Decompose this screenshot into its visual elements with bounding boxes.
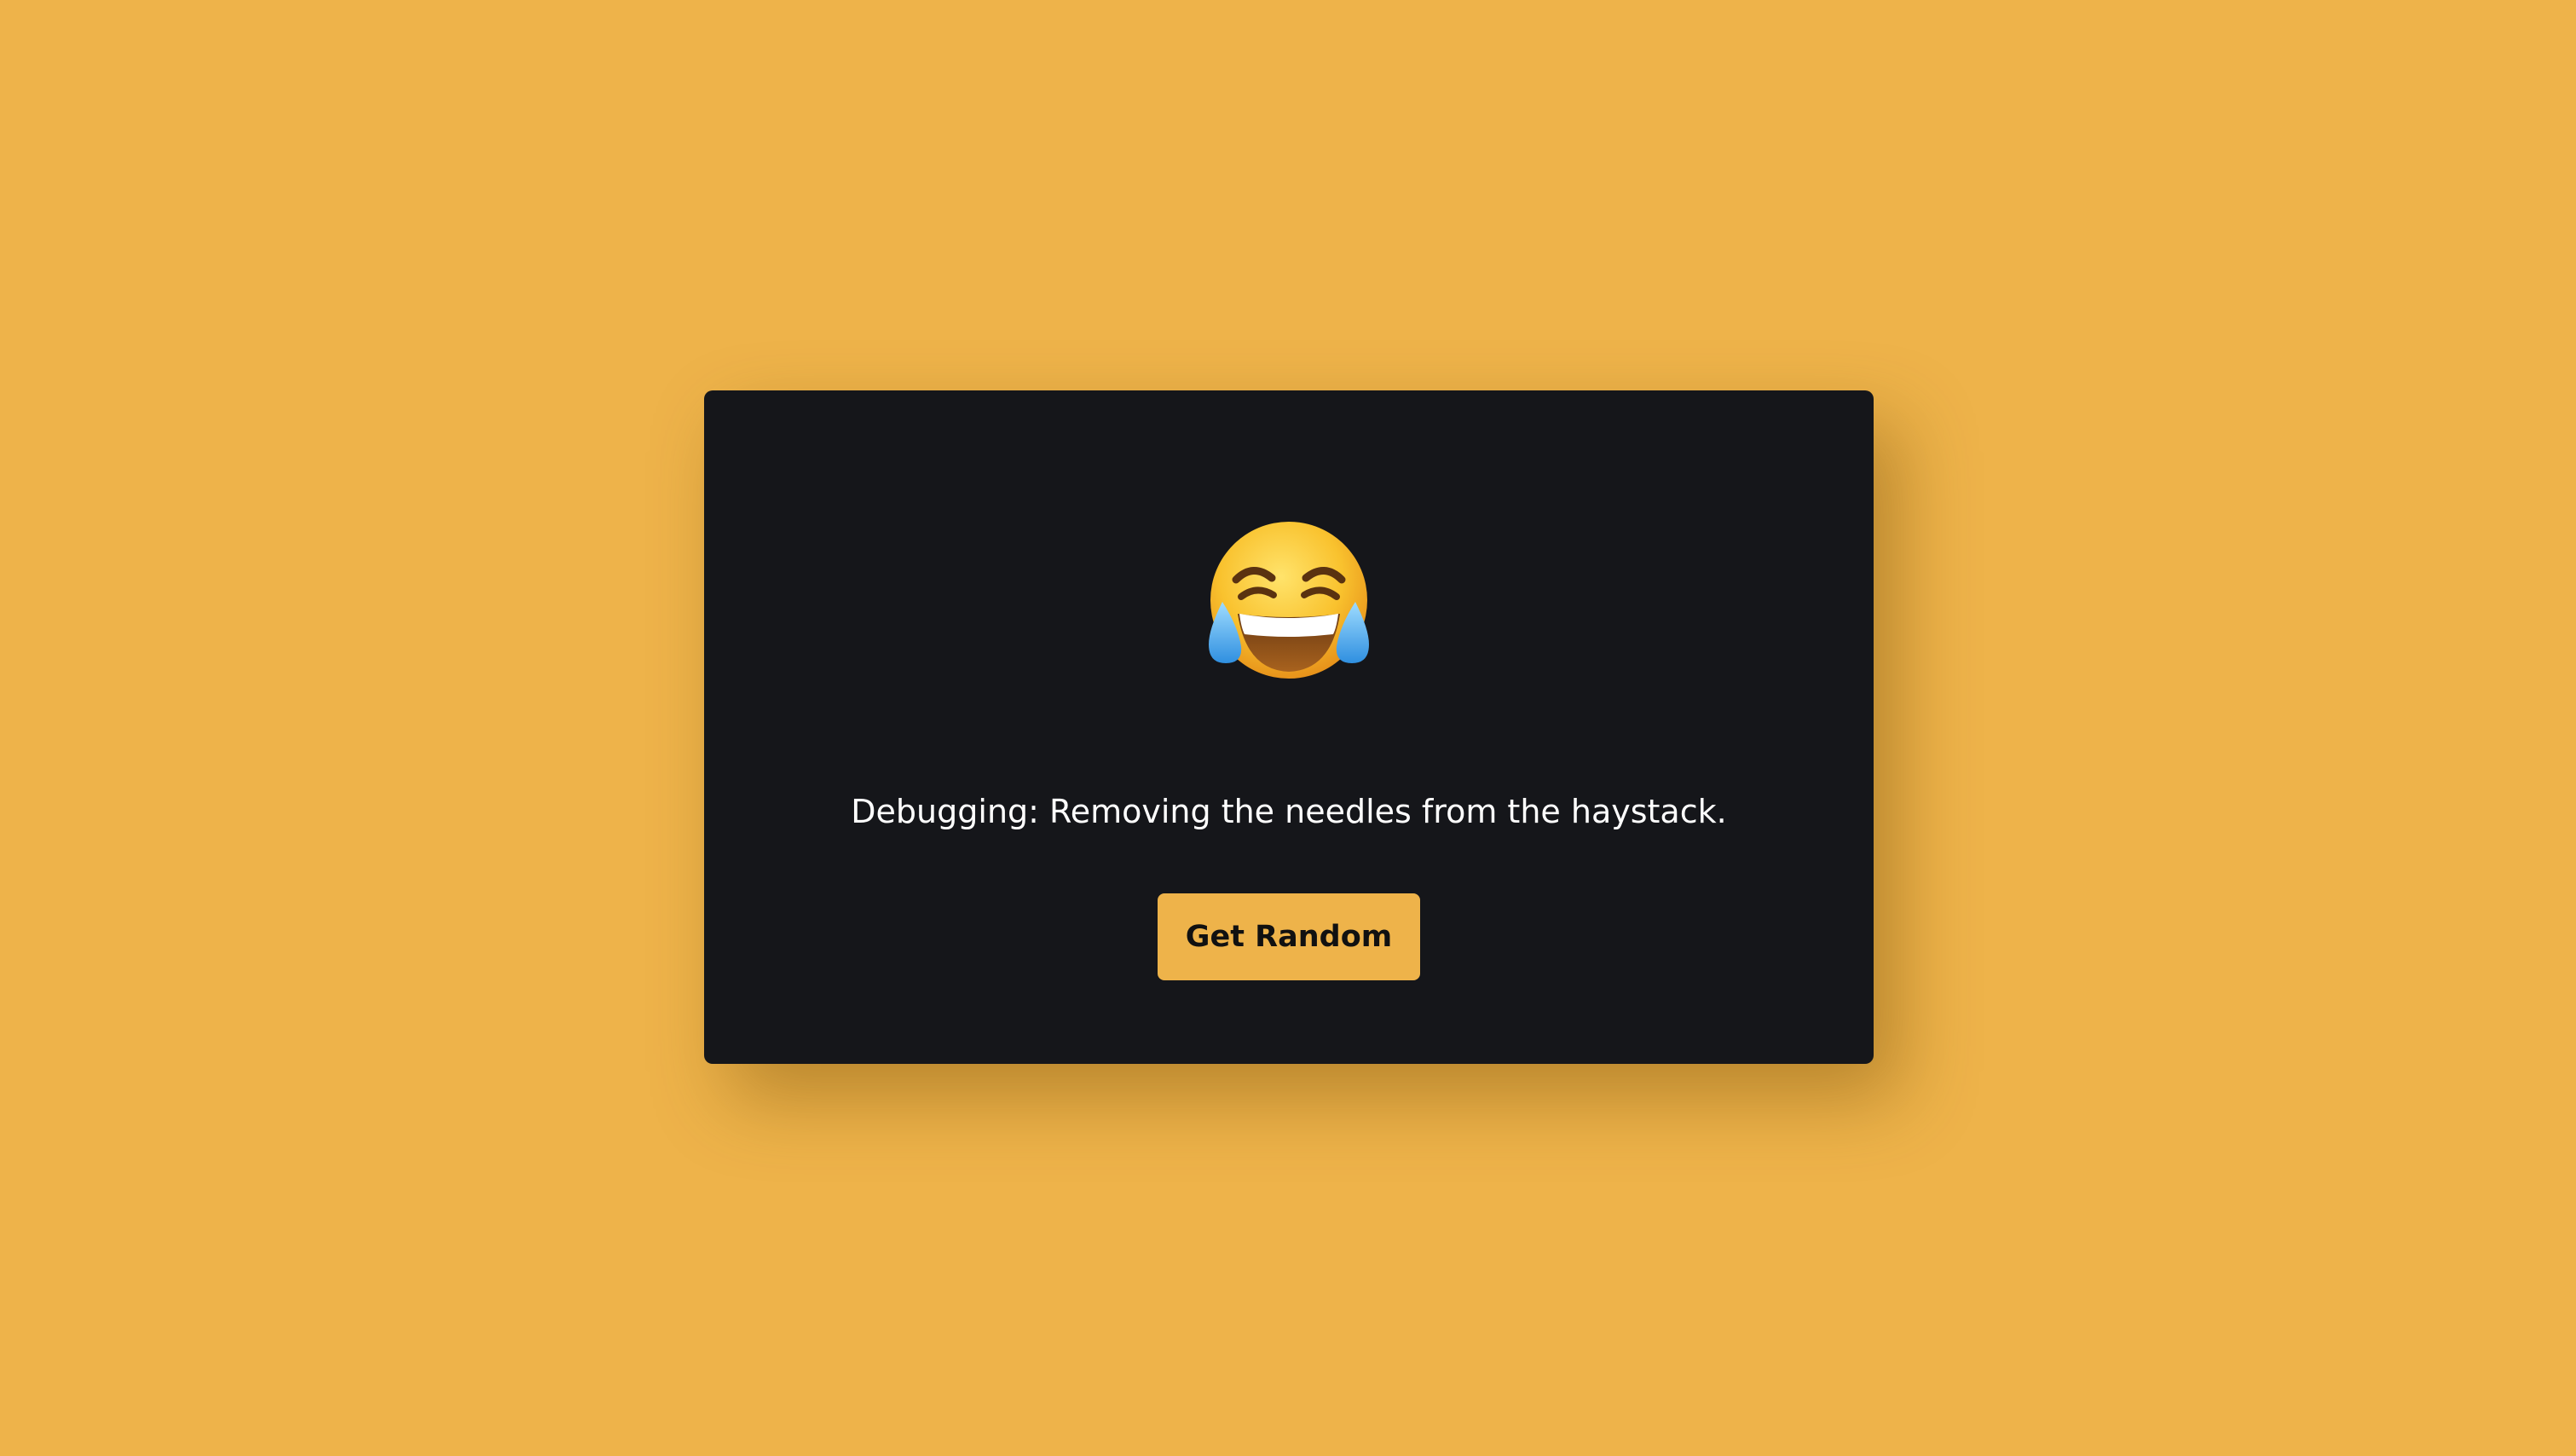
face-with-tears-of-joy-icon: [1204, 518, 1374, 689]
joke-text: Debugging: Removing the needles from the…: [851, 793, 1727, 830]
get-random-button[interactable]: Get Random: [1158, 893, 1420, 980]
joke-card: Debugging: Removing the needles from the…: [704, 390, 1874, 1064]
